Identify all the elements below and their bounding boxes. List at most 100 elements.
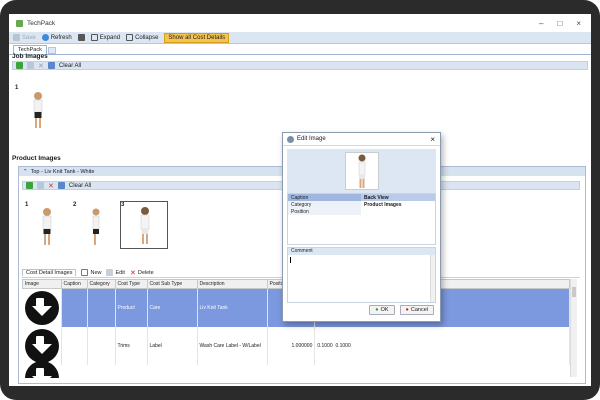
add-icon[interactable]	[26, 182, 33, 189]
model-photo	[358, 154, 365, 188]
model-photo	[140, 207, 150, 244]
job-image-thumbnail[interactable]	[27, 90, 49, 132]
show-all-cost-details-button[interactable]: Show all Cost Details	[164, 32, 230, 43]
model-photo	[33, 92, 43, 128]
edit-icon	[106, 269, 114, 276]
save-button[interactable]: Save	[13, 34, 36, 41]
property-row[interactable]: Category Product Images	[288, 201, 435, 208]
property-name: Position	[291, 208, 309, 215]
property-row[interactable]: Caption Back View	[288, 194, 435, 201]
product-image-thumbnail-selected[interactable]	[120, 201, 168, 249]
delete-icon[interactable]: ✕	[38, 62, 44, 70]
clear-icon	[57, 182, 65, 189]
download-arrow-icon	[24, 328, 59, 363]
tab-strip: TechPack	[9, 44, 591, 55]
property-row[interactable]: Position	[288, 208, 435, 215]
download-arrow-icon	[24, 290, 59, 325]
job-image-number: 1	[15, 85, 19, 91]
download-arrow-icon	[25, 361, 59, 378]
new-button[interactable]: New	[81, 269, 101, 276]
category-cell	[87, 326, 116, 365]
comment-label: Comment	[288, 248, 435, 255]
value-2: 0.1000	[317, 342, 333, 349]
column-header[interactable]: Image	[22, 279, 62, 289]
column-header[interactable]: Cost Type	[114, 279, 148, 289]
property-value[interactable]	[361, 208, 435, 215]
minimize-icon[interactable]: –	[539, 19, 543, 28]
collapse-button[interactable]: Collapse	[126, 34, 158, 41]
expand-button[interactable]: Expand	[90, 34, 121, 41]
product-group-label: Top - Liv Knit Tank - White	[30, 168, 95, 175]
cost-sub-type-cell: Care	[147, 288, 198, 327]
job-clear-all-button[interactable]: Clear All	[59, 63, 81, 69]
job-images-toolbar: ✕ Clear All	[12, 61, 588, 70]
property-value[interactable]: Back View	[361, 194, 435, 201]
properties-grid: Caption Back View Category Product Images …	[287, 193, 436, 245]
cost-type-cell: Product	[115, 288, 148, 327]
window-title: TechPack	[27, 19, 56, 27]
ok-label: OK	[380, 307, 389, 313]
category-cell	[87, 288, 116, 327]
edit-icon[interactable]	[37, 182, 44, 189]
refresh-button[interactable]: Refresh	[41, 34, 72, 41]
delete-button[interactable]: ✕ Delete	[130, 269, 154, 277]
column-header[interactable]: Cost Sub Type	[146, 279, 198, 289]
model-photo	[42, 208, 52, 245]
scrollbar-thumb[interactable]	[572, 287, 576, 297]
save-label: Save	[22, 34, 36, 41]
print-button[interactable]	[77, 34, 85, 41]
edit-button[interactable]: Edit	[106, 269, 125, 276]
comment-panel: Comment	[287, 247, 436, 303]
tab-extra[interactable]	[47, 47, 56, 54]
description-cell: Wash Care Label - W/Label	[197, 326, 268, 365]
refresh-icon	[41, 34, 49, 41]
dialog-title: Edit Image	[297, 136, 326, 142]
caption-cell	[61, 326, 88, 365]
cancel-button[interactable]: ● Cancel	[399, 305, 434, 315]
close-icon[interactable]: ×	[576, 19, 581, 28]
table-row[interactable]: Trims Label Wash Care Label - W/Label 1.…	[22, 326, 570, 365]
dialog-close-icon[interactable]: ×	[430, 135, 440, 144]
edit-image-dialog: Edit Image × Caption Back View Category Pr…	[282, 132, 441, 322]
model-photo	[92, 208, 100, 245]
expand-label: Expand	[99, 34, 121, 41]
delete-label: Delete	[137, 269, 154, 276]
image-cell	[22, 288, 62, 327]
new-icon	[81, 269, 89, 276]
product-clear-all-button[interactable]: Clear All	[69, 183, 91, 189]
column-header[interactable]: Category	[86, 279, 116, 289]
tab-cost-detail-images[interactable]: Cost Detail Images	[22, 269, 77, 276]
property-value[interactable]: Product Images	[361, 201, 435, 208]
edit-icon[interactable]	[27, 62, 34, 69]
column-header[interactable]: Caption	[60, 279, 88, 289]
product-image-number: 1	[25, 202, 29, 208]
grid-scrollbar[interactable]	[570, 279, 577, 377]
refresh-label: Refresh	[50, 34, 72, 41]
add-icon[interactable]	[16, 62, 23, 69]
dialog-icon	[287, 135, 294, 143]
delete-icon[interactable]: ✕	[48, 182, 54, 190]
partial-row-image	[25, 361, 59, 378]
product-image-thumbnail[interactable]	[89, 207, 103, 249]
text-caret	[290, 257, 291, 263]
print-icon	[77, 34, 85, 41]
title-bar: TechPack – □ ×	[9, 14, 591, 32]
description-cell: Liv Knit Tank	[197, 288, 268, 327]
dialog-buttons: ● OK ● Cancel	[369, 305, 434, 315]
comment-scrollbar[interactable]	[430, 255, 435, 302]
techpack-window: TechPack – □ × Save Refresh Expand Colla…	[9, 14, 591, 386]
cost-type-cell: Trims	[115, 326, 148, 365]
ok-button[interactable]: ● OK	[369, 305, 395, 315]
product-image-thumbnail[interactable]	[37, 207, 57, 249]
collapse-label: Collapse	[135, 34, 159, 41]
main-toolbar: Save Refresh Expand Collapse Show all Co…	[9, 32, 591, 44]
value-cell: 1.000000	[267, 326, 316, 365]
comment-textarea[interactable]	[288, 255, 435, 302]
window-controls: – □ ×	[539, 19, 591, 28]
column-header[interactable]: Description	[196, 279, 268, 289]
maximize-icon[interactable]: □	[557, 19, 562, 28]
cancel-icon: ●	[405, 307, 409, 313]
collapse-group-icon[interactable]: ⌃	[23, 169, 28, 175]
value-3: 0.1000	[335, 342, 351, 349]
delete-icon: ✕	[129, 269, 136, 277]
